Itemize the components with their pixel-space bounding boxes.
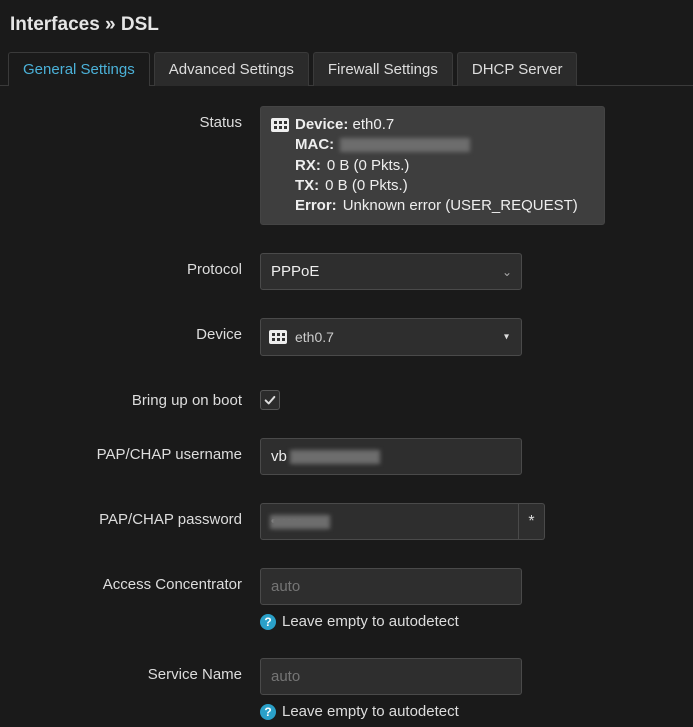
nic-icon [269, 330, 287, 344]
status-device-key: Device: [295, 116, 348, 133]
form: Status Device: eth0.7 MAC: RX: 0 B (0 Pk… [0, 86, 693, 720]
service-name-input[interactable] [260, 658, 522, 695]
device-value: eth0.7 [295, 329, 334, 345]
nic-icon [271, 118, 289, 132]
protocol-select[interactable]: PPPoE [260, 253, 522, 290]
status-tx-key: TX: [295, 176, 319, 196]
label-bring-up: Bring up on boot [10, 384, 260, 409]
help-icon: ? [260, 614, 276, 630]
label-status: Status [10, 106, 260, 131]
access-concentrator-input[interactable] [260, 568, 522, 605]
password-redacted [270, 515, 330, 529]
tabs: General Settings Advanced Settings Firew… [0, 52, 693, 86]
check-icon [263, 393, 277, 407]
username-redacted [290, 450, 380, 464]
page-title: Interfaces » DSL [0, 0, 693, 52]
label-device: Device [10, 318, 260, 343]
label-password: PAP/CHAP password [10, 503, 260, 528]
triangle-down-icon: ▾ [504, 332, 509, 343]
tab-firewall-settings[interactable]: Firewall Settings [313, 52, 453, 86]
status-device-value: eth0.7 [353, 116, 395, 133]
tab-dhcp-server[interactable]: DHCP Server [457, 52, 578, 86]
status-rx-value: 0 B (0 Pkts.) [327, 156, 410, 176]
label-username: PAP/CHAP username [10, 438, 260, 463]
device-select[interactable]: eth0.7 ▾ [260, 318, 522, 356]
status-mac-redacted [340, 138, 470, 152]
status-mac-key: MAC: [295, 135, 334, 155]
access-concentrator-hint: Leave empty to autodetect [282, 613, 459, 630]
status-error-value: Unknown error (USER_REQUEST) [343, 196, 578, 216]
label-access-concentrator: Access Concentrator [10, 568, 260, 593]
tab-general-settings[interactable]: General Settings [8, 52, 150, 86]
label-service-name: Service Name [10, 658, 260, 683]
status-rx-key: RX: [295, 156, 321, 176]
help-icon: ? [260, 704, 276, 720]
tab-advanced-settings[interactable]: Advanced Settings [154, 52, 309, 86]
service-name-hint: Leave empty to autodetect [282, 703, 459, 720]
password-reveal-button[interactable]: * [519, 503, 545, 540]
status-tx-value: 0 B (0 Pkts.) [325, 176, 408, 196]
status-error-key: Error: [295, 196, 337, 216]
status-box: Device: eth0.7 MAC: RX: 0 B (0 Pkts.) TX… [260, 106, 605, 225]
label-protocol: Protocol [10, 253, 260, 278]
bring-up-checkbox[interactable] [260, 390, 280, 410]
